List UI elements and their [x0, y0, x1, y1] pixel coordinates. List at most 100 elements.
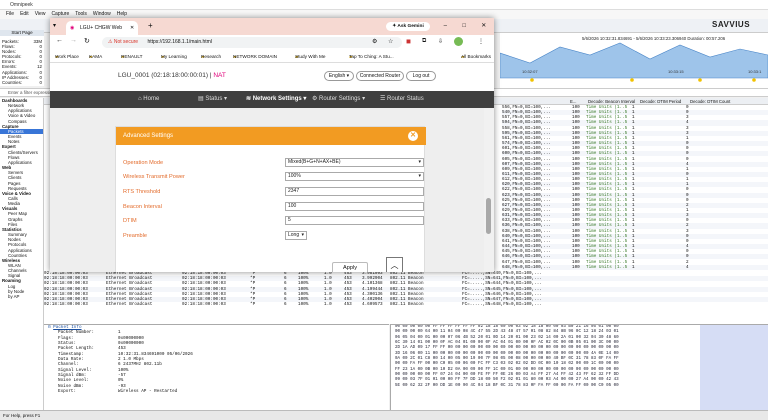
browser-tabstrip: ▾ ◉ LGU+ CHGW Web ✕ + ✦ Ask Gemini – □ ✕	[50, 18, 494, 35]
col-header[interactable]: Decode: DTIM Count	[690, 98, 730, 105]
cell-summary: 648,FN=0,BI=100,...	[502, 264, 551, 270]
close-tab-icon[interactable]: ✕	[130, 21, 134, 35]
ask-gemini-button[interactable]: ✦ Ask Gemini	[386, 22, 430, 31]
timeline-tick: 10:33:1	[748, 69, 762, 74]
reload-icon[interactable]: ↻	[84, 37, 90, 45]
tab-list-icon[interactable]: ▾	[53, 22, 61, 30]
download-icon[interactable]: ⇩	[438, 38, 443, 45]
menu-item[interactable]: Capture	[51, 11, 69, 17]
logout-button[interactable]: Log out	[406, 71, 436, 81]
timeline-graph[interactable]: 5/6/2026 10:32:31.834691 - 5/6/2026 10:3…	[499, 33, 768, 88]
status-bar: For Help, press F1	[0, 410, 768, 420]
chevron-down-icon: ▾	[301, 232, 304, 238]
field-select[interactable]: 100% ▾	[285, 172, 424, 181]
menu-item[interactable]: Tools	[75, 11, 87, 17]
forward-icon[interactable]: →	[70, 37, 77, 44]
advanced-settings-panel: Advanced Settings ✕ Operation Mode Mixed(…	[115, 126, 426, 272]
nav-router-status[interactable]: ☰ Router Status	[380, 91, 424, 108]
router-header: LGU_0001 (02:18:18:00:00:01) | NAT Engli…	[50, 63, 494, 91]
browser-tab[interactable]: ◉ LGU+ CHGW Web ✕	[66, 21, 138, 35]
connected-router-button[interactable]: Connected Router	[356, 71, 404, 81]
star-icon[interactable]: ☆	[388, 38, 393, 45]
language-button[interactable]: English ▾	[324, 71, 354, 81]
event-marker[interactable]	[752, 78, 756, 82]
cell-src: 02:18:18:00:00:03	[44, 302, 88, 308]
col-header[interactable]: Decode: Beacon Interval	[588, 98, 635, 105]
address-bar: ← → ↻ ⚠ Not secure https://192.168.1.1/m…	[50, 35, 494, 50]
cell-sig: 100%	[298, 302, 309, 308]
scrollbar-thumb[interactable]	[486, 198, 491, 234]
collapse-icon[interactable]: ✕	[408, 131, 418, 141]
new-tab-icon[interactable]: +	[148, 21, 153, 30]
extension-icon[interactable]: ◼	[406, 38, 411, 45]
app-titlebar: Omnipeek	[0, 0, 768, 10]
profile-avatar[interactable]	[454, 37, 463, 46]
cell-beacon: 100	[572, 264, 580, 270]
bookmarks-bar: ▰ Work Place ▰ KAMA ▰ RENAULT ▰ My Learning…	[50, 50, 494, 63]
field-value: 5	[288, 217, 291, 223]
col-header[interactable]: Decode: DTIM Period	[640, 98, 681, 105]
lgu-icon: ◉	[70, 25, 75, 31]
detail-row[interactable]: Export: Wireless AP - Restarted	[44, 389, 389, 394]
nav-status[interactable]: ▤ Status ▾	[198, 91, 227, 108]
field-value: 2347	[288, 188, 300, 194]
cell-t: 4.609573	[362, 302, 383, 308]
field-label: RTS Threshold	[123, 189, 161, 195]
cell-f: *P	[250, 302, 256, 308]
table-row[interactable]: 648,FN=0,BI=100,... 100 Time Units (1..5 1 4	[502, 264, 768, 270]
field-input[interactable]: 100	[285, 202, 424, 211]
nav-router-settings[interactable]: ⚙ Router Settings ▾	[312, 91, 365, 108]
app-title: Omnipeek	[10, 2, 33, 8]
menu-item[interactable]: View	[35, 11, 46, 17]
timeline-range: 5/6/2026 10:32:31.834691 - 5/6/2026 10:3…	[582, 36, 726, 41]
field-value: Long	[288, 232, 300, 238]
page-scrollbar[interactable]	[484, 108, 494, 272]
stat-label: Countries:	[2, 79, 23, 85]
navigation-tree: Dashboards Network Applications Voice & Vid…	[0, 98, 44, 410]
field-input[interactable]: 5	[285, 216, 424, 225]
field-label: Preamble	[123, 233, 147, 239]
detail-key: Export:	[58, 389, 77, 395]
menu-item[interactable]: File	[6, 11, 14, 17]
field-select[interactable]: Long ▾	[285, 231, 307, 240]
menu-icon[interactable]: ⋮	[478, 38, 484, 45]
timeline-tick: 10:33:15	[668, 69, 684, 74]
url-text: https://192.168.1.1/main.html	[147, 39, 212, 45]
cell-bssid: 02:18:18:00:00:03	[182, 302, 226, 308]
menu-item[interactable]: Edit	[20, 11, 29, 17]
close-window-icon[interactable]: ✕	[481, 20, 486, 32]
router-body: Advanced Settings ✕ Operation Mode Mixed(…	[50, 108, 494, 272]
nav-home[interactable]: ⌂ Home	[138, 91, 159, 108]
back-icon[interactable]: ←	[56, 37, 63, 44]
puzzle-icon[interactable]: ⧉	[422, 38, 426, 45]
apply-button[interactable]: Apply	[332, 262, 368, 272]
minimize-icon[interactable]: –	[444, 20, 447, 32]
brand-logo: SAVVIUS	[712, 20, 751, 29]
cell-r: 1.0	[324, 302, 332, 308]
table-row[interactable]: 02:18:18:00:00:03 Ethernet Broadcast 02:18…	[44, 302, 768, 307]
tab-title: LGU+ CHGW Web	[80, 25, 122, 31]
event-marker[interactable]	[530, 78, 534, 82]
menu-item[interactable]: Window	[93, 11, 111, 17]
event-marker[interactable]	[698, 78, 702, 82]
field-input[interactable]: 2347	[285, 187, 424, 196]
tune-icon[interactable]: ⚙	[372, 38, 377, 45]
cell-dtim-count: 4	[686, 264, 689, 270]
cell-dtim-period: 1	[632, 264, 635, 270]
scroll-top-icon[interactable]: ︿	[386, 257, 403, 272]
event-marker[interactable]	[630, 78, 634, 82]
menu-item[interactable]: Help	[117, 11, 127, 17]
maximize-icon[interactable]: □	[462, 20, 466, 32]
ascii-view	[700, 324, 768, 410]
timeline-tick: 10:32:07	[522, 69, 538, 74]
col-header[interactable]: E...	[570, 98, 576, 105]
url-input[interactable]: ⚠ Not secure https://192.168.1.1/main.ht…	[102, 37, 402, 48]
nav-network-settings[interactable]: ≋ Network Settings ▾	[246, 91, 306, 108]
detail-value: Wireless AP - Restarted	[118, 389, 178, 395]
field-value: Mixed(B+G+N+AX+BE)	[288, 159, 341, 165]
capture-stats: Packets: 33M Flows: 0 Nodes: 0 Protocols: 0 Erro…	[0, 36, 44, 86]
field-select[interactable]: Mixed(B+G+N+AX+BE) ▾	[285, 158, 424, 167]
field-label: Operation Mode	[123, 160, 164, 166]
nav-item[interactable]: by AP	[0, 294, 43, 299]
cell-units: Time Units (1..5	[586, 264, 628, 270]
